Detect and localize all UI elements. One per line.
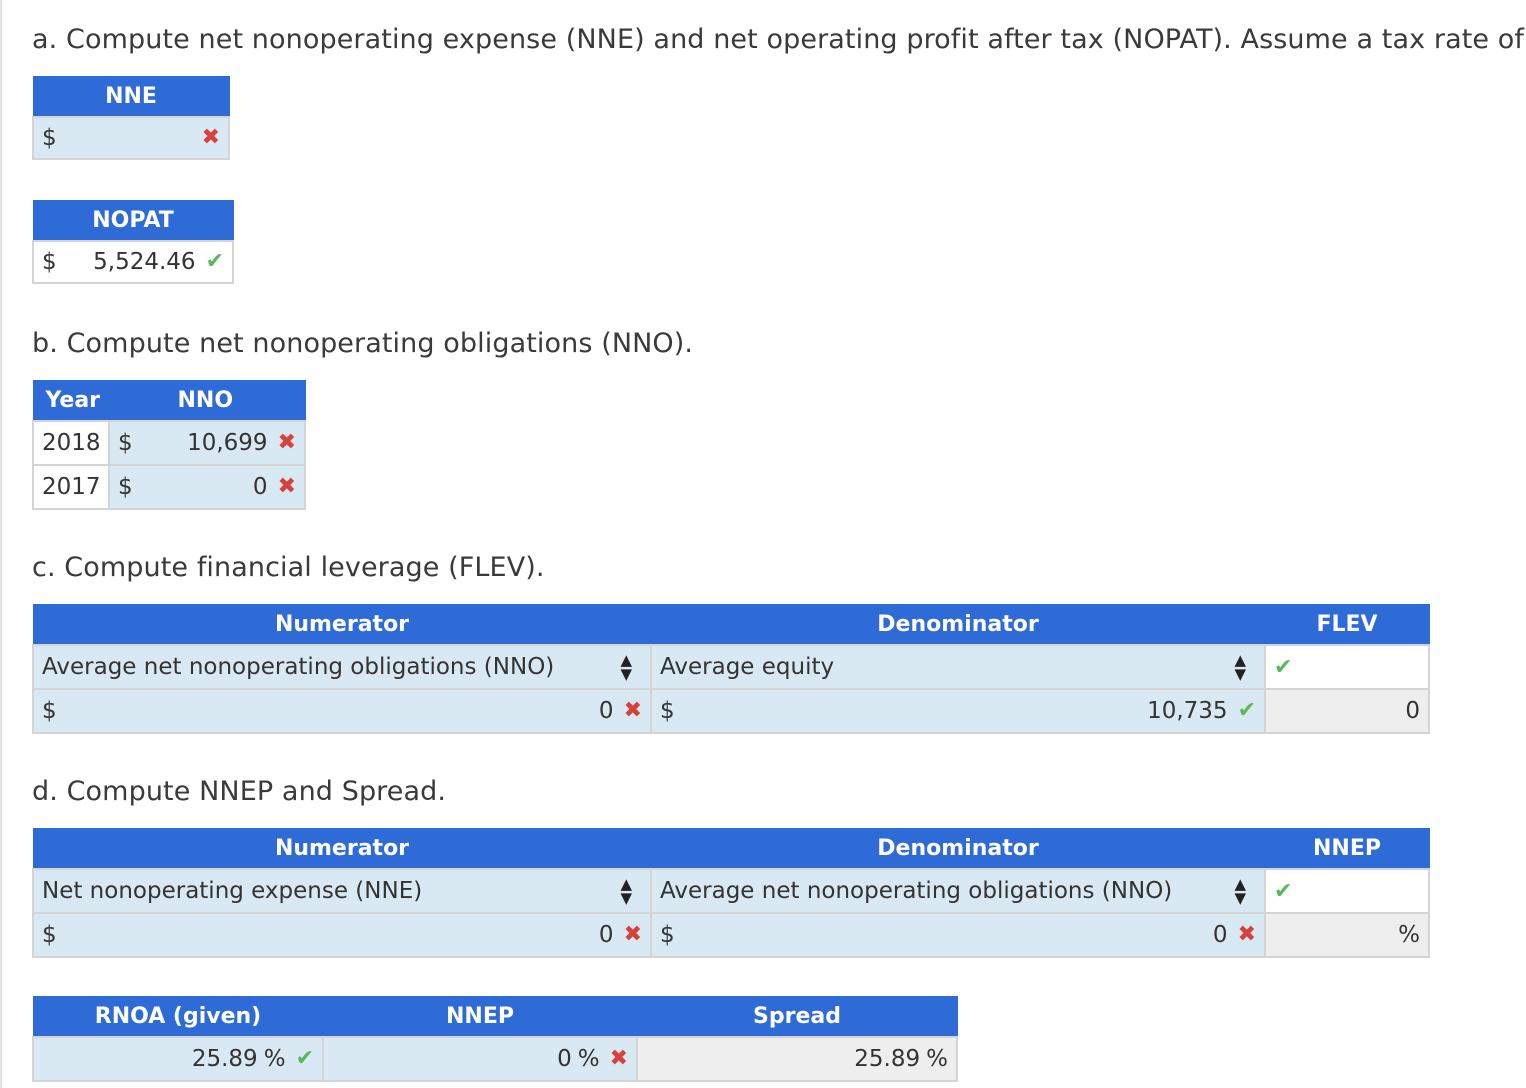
nnep-spread-value: 0 <box>557 1045 572 1072</box>
numerator-value: 0 <box>598 921 614 948</box>
incorrect-icon: ✖ <box>277 474 296 499</box>
nnep-check-cell: ✔ <box>1264 867 1430 914</box>
correct-icon: ✔ <box>1237 698 1256 723</box>
incorrect-icon: ✖ <box>201 125 220 150</box>
spread-value: 25.89 <box>854 1045 921 1072</box>
currency-symbol: $ <box>118 473 133 500</box>
nno-2018-input[interactable]: $ 10,699 ✖ <box>108 419 306 466</box>
currency-symbol: $ <box>42 697 57 724</box>
numerator-input[interactable]: $ 0 ✖ <box>32 687 652 734</box>
rnoa-value: 25.89 <box>191 1045 258 1072</box>
nne-table: NNE $ ✖ <box>32 76 230 160</box>
correct-icon: ✔ <box>1274 878 1293 904</box>
nno-2017-input[interactable]: $ 0 ✖ <box>108 463 306 510</box>
currency-symbol: $ <box>118 429 133 456</box>
percent-unit: % <box>577 1045 600 1072</box>
correct-icon: ✔ <box>295 1046 314 1071</box>
year-header: Year <box>32 380 110 421</box>
denominator-select[interactable]: Average net nonoperating obligations (NN… <box>650 867 1266 914</box>
spread-header: Spread <box>636 996 958 1037</box>
nnep-input[interactable]: 0 % ✖ <box>322 1035 638 1082</box>
currency-symbol: $ <box>660 697 675 724</box>
percent-unit: % <box>263 1045 286 1072</box>
select-arrows-icon: ▲ ▼ <box>620 874 632 907</box>
denominator-header: Denominator <box>650 604 1266 645</box>
nopat-value: 5,524.46 <box>93 248 196 275</box>
year-2018: 2018 <box>32 419 110 466</box>
incorrect-icon: ✖ <box>623 698 642 723</box>
denominator-value: 0 <box>1212 921 1228 948</box>
question-b: b. Compute net nonoperating obligations … <box>32 328 694 359</box>
numerator-header: Numerator <box>32 604 652 645</box>
nne-header: NNE <box>32 76 230 117</box>
flev-value: 0 <box>1264 687 1430 734</box>
currency-symbol: $ <box>660 921 675 948</box>
nno-2017-value: 0 <box>252 473 268 500</box>
incorrect-icon: ✖ <box>623 922 642 947</box>
nno-header: NNO <box>108 380 306 421</box>
nne-input[interactable]: $ ✖ <box>32 115 230 160</box>
flev-header: FLEV <box>1264 604 1430 645</box>
nopat-input[interactable]: $ 5,524.46 ✔ <box>32 239 234 284</box>
question-d: d. Compute NNEP and Spread. <box>32 776 447 807</box>
nopat-table: NOPAT $ 5,524.46 ✔ <box>32 200 234 284</box>
currency-symbol: $ <box>42 248 57 275</box>
denominator-input[interactable]: $ 10,735 ✔ <box>650 687 1266 734</box>
numerator-select[interactable]: Net nonoperating expense (NNE) ▲ ▼ <box>32 867 652 914</box>
numerator-value: 0 <box>598 697 614 724</box>
denominator-select-value: Average net nonoperating obligations (NN… <box>660 877 1173 904</box>
incorrect-icon: ✖ <box>609 1046 628 1071</box>
year-2017: 2017 <box>32 463 110 510</box>
currency-symbol: $ <box>42 124 57 151</box>
percent-unit: % <box>1398 921 1420 948</box>
nno-2018-value: 10,699 <box>187 429 268 456</box>
question-a: a. Compute net nonoperating expense (NNE… <box>32 24 1526 55</box>
select-arrows-icon: ▲ ▼ <box>1234 874 1246 907</box>
incorrect-icon: ✖ <box>1237 922 1256 947</box>
left-border <box>0 0 2 1088</box>
denominator-select[interactable]: Average equity ▲ ▼ <box>650 643 1266 690</box>
numerator-header: Numerator <box>32 828 652 869</box>
nnep-header: NNEP <box>322 996 638 1037</box>
denominator-header: Denominator <box>650 828 1266 869</box>
select-arrows-icon: ▲ ▼ <box>1234 650 1246 683</box>
flev-check-cell: ✔ <box>1264 643 1430 690</box>
denominator-select-value: Average equity <box>660 653 835 680</box>
rnoa-input[interactable]: 25.89 % ✔ <box>32 1035 324 1082</box>
flev-table: Numerator Denominator FLEV Average net n… <box>32 604 1430 734</box>
spread-table: RNOA (given) NNEP Spread 25.89 % ✔ 0 % ✖… <box>32 996 958 1082</box>
numerator-select-value: Average net nonoperating obligations (NN… <box>42 653 555 680</box>
currency-symbol: $ <box>42 921 57 948</box>
correct-icon: ✔ <box>1274 654 1293 680</box>
rnoa-header: RNOA (given) <box>32 996 324 1037</box>
nopat-header: NOPAT <box>32 200 234 241</box>
question-c: c. Compute financial leverage (FLEV). <box>32 552 545 583</box>
numerator-select[interactable]: Average net nonoperating obligations (NN… <box>32 643 652 690</box>
percent-unit: % <box>926 1045 948 1072</box>
denominator-input[interactable]: $ 0 ✖ <box>650 911 1266 958</box>
spread-result: 25.89 % <box>636 1035 958 1082</box>
nnep-table: Numerator Denominator NNEP Net nonoperat… <box>32 828 1430 958</box>
nno-table: Year NNO 2018 $ 10,699 ✖ 2017 $ 0 ✖ <box>32 380 306 510</box>
nnep-header: NNEP <box>1264 828 1430 869</box>
correct-icon: ✔ <box>205 249 224 274</box>
numerator-select-value: Net nonoperating expense (NNE) <box>42 877 423 904</box>
incorrect-icon: ✖ <box>277 430 296 455</box>
numerator-input[interactable]: $ 0 ✖ <box>32 911 652 958</box>
denominator-value: 10,735 <box>1147 697 1228 724</box>
select-arrows-icon: ▲ ▼ <box>620 650 632 683</box>
nnep-result: % <box>1264 911 1430 958</box>
